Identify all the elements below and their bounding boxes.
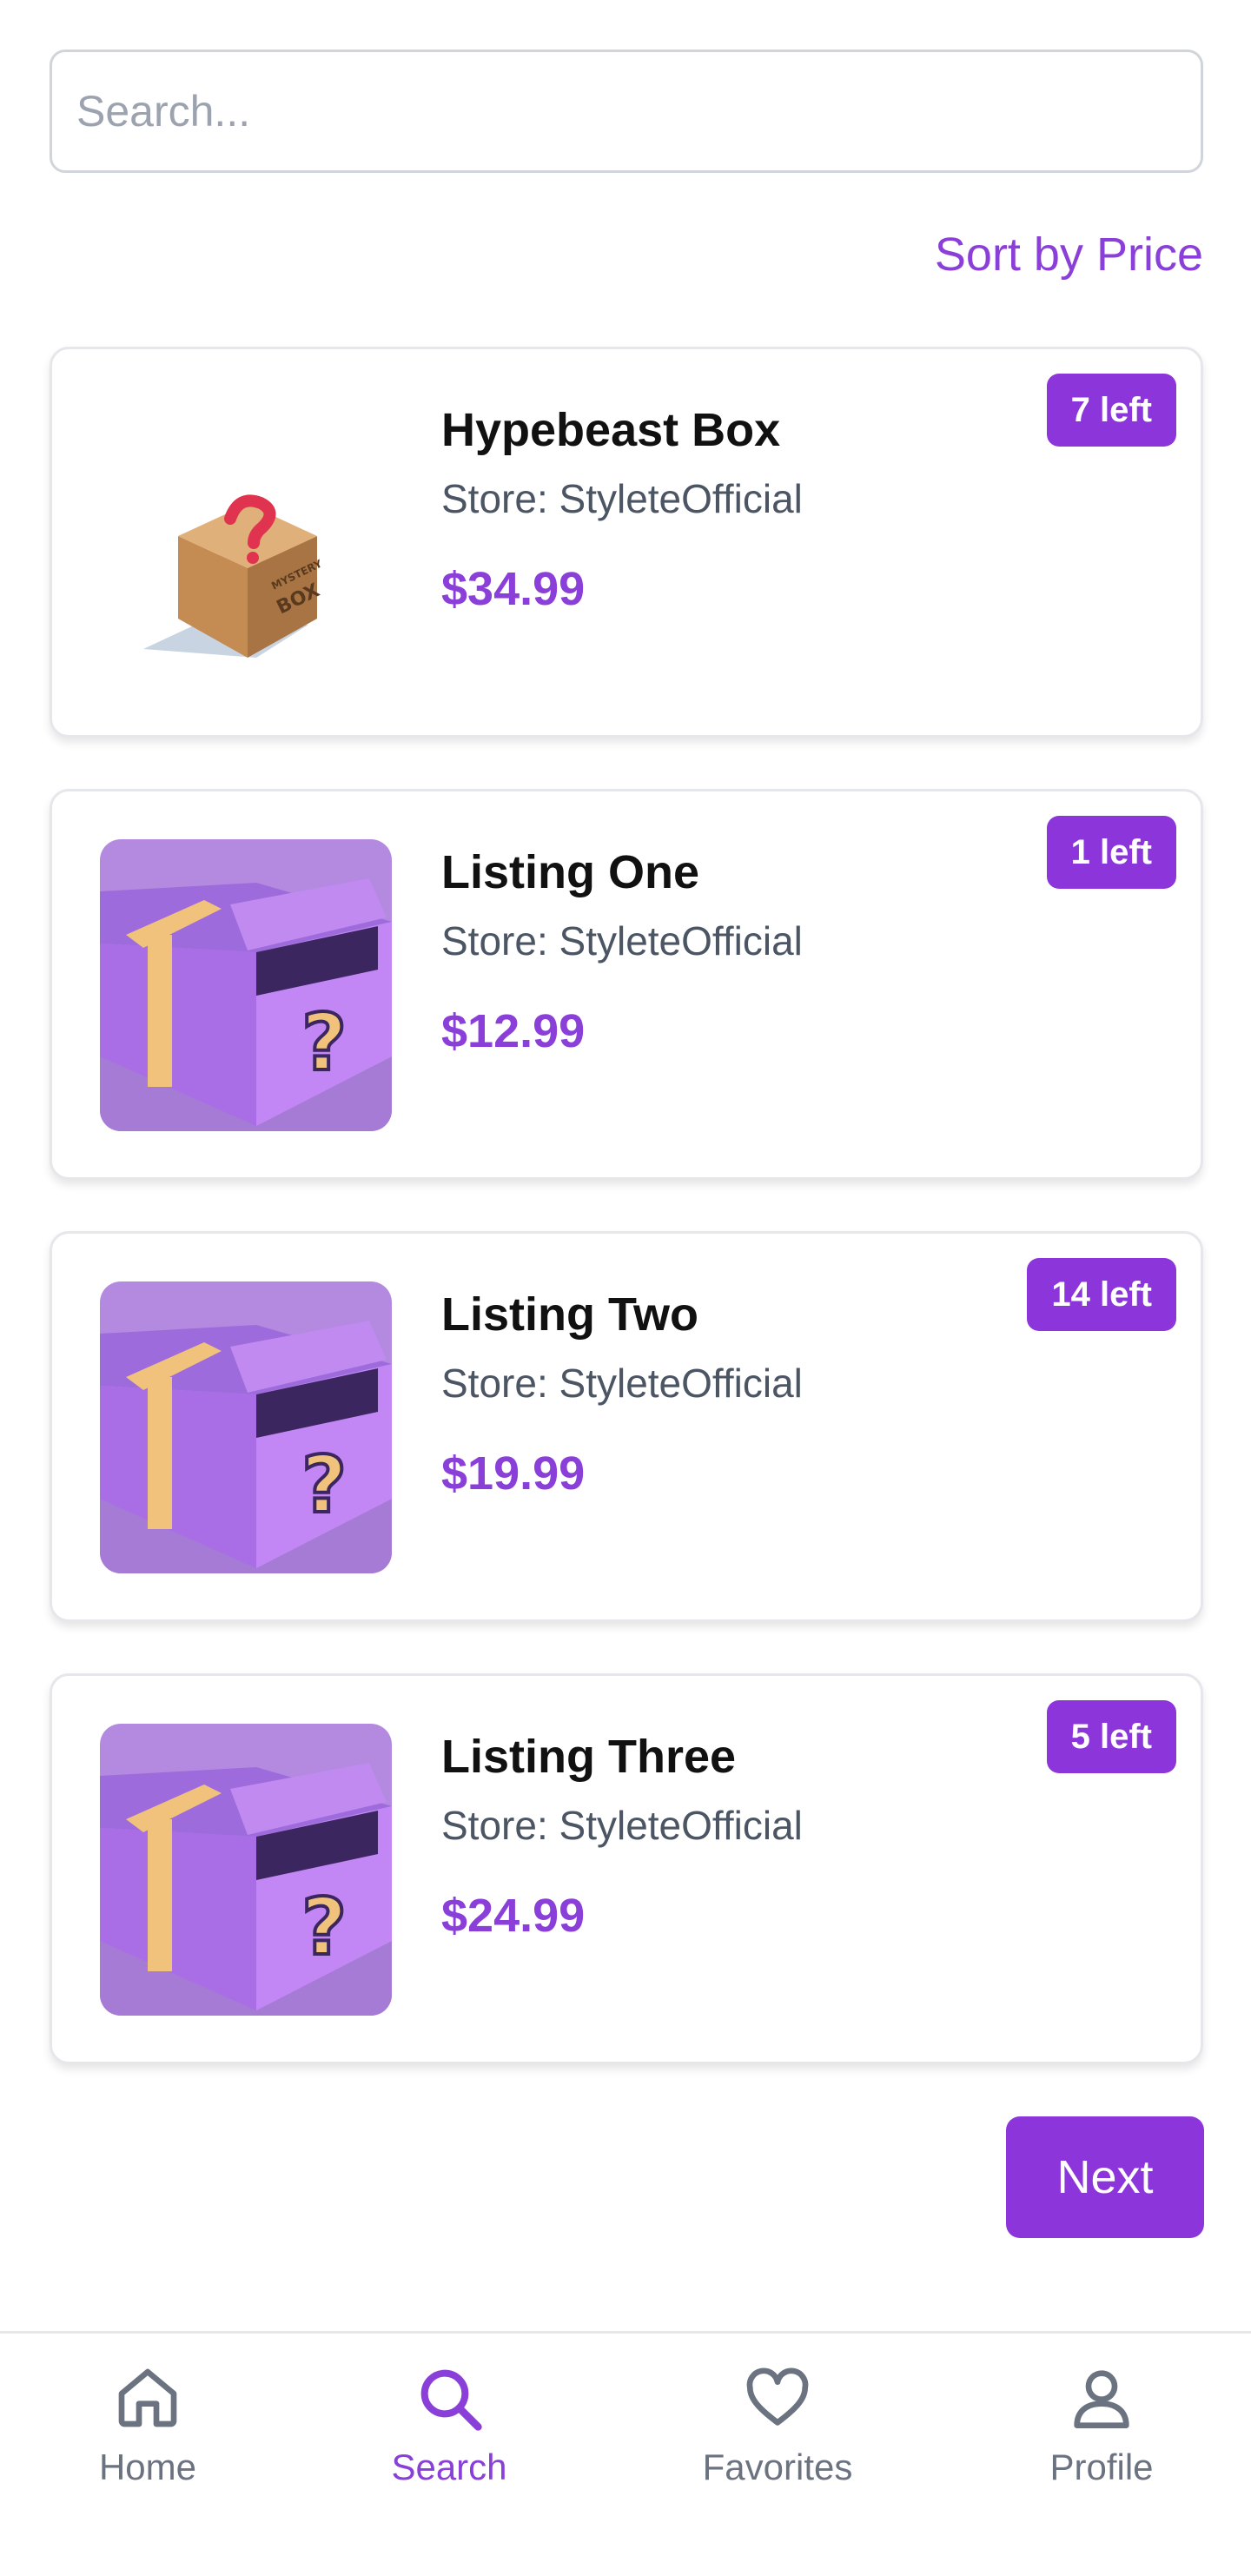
listing-image: ? bbox=[100, 1724, 392, 2016]
stock-badge: 7 left bbox=[1046, 374, 1176, 447]
stock-badge: 1 left bbox=[1046, 816, 1176, 889]
listing-store: Store: StyleteOfficial bbox=[441, 476, 803, 521]
cardboard-mystery-box-image: BOX MYSTERY bbox=[100, 397, 392, 689]
search-icon bbox=[420, 2369, 482, 2431]
listings-screen: Sort by Price BOX MYSTERY Hypebeast Box … bbox=[0, 0, 1251, 2576]
heart-icon bbox=[746, 2367, 809, 2426]
nav-label-home: Home bbox=[98, 2447, 197, 2487]
listing-card[interactable]: ? Listing Three Store: StyleteOfficial $… bbox=[50, 1673, 1203, 2064]
purple-mystery-box-image: ? bbox=[100, 1724, 392, 2016]
listing-card[interactable]: ? Listing Two Store: StyleteOfficial $19… bbox=[50, 1231, 1203, 1622]
svg-text:?: ? bbox=[301, 1440, 347, 1531]
nav-label-favorites: Favorites bbox=[702, 2447, 853, 2487]
listing-price: $12.99 bbox=[441, 1005, 586, 1057]
listing-price: $24.99 bbox=[441, 1890, 586, 1942]
listing-title: Hypebeast Box bbox=[441, 404, 781, 456]
nav-item-profile[interactable]: Profile bbox=[989, 2334, 1215, 2507]
home-icon bbox=[118, 2368, 177, 2427]
listing-store: Store: StyleteOfficial bbox=[441, 1361, 803, 1406]
stock-badge: 14 left bbox=[1027, 1258, 1176, 1331]
listing-image: ? bbox=[100, 839, 392, 1131]
next-page-button[interactable]: Next bbox=[1006, 2116, 1204, 2238]
listing-title: Listing Two bbox=[441, 1288, 698, 1341]
nav-label-search: Search bbox=[391, 2447, 507, 2487]
bottom-nav: Home Search Favorites Profile bbox=[0, 2331, 1251, 2576]
listing-store: Store: StyleteOfficial bbox=[441, 918, 803, 964]
nav-label-profile: Profile bbox=[1049, 2447, 1154, 2487]
listing-title: Listing One bbox=[441, 846, 699, 898]
nav-item-search[interactable]: Search bbox=[336, 2334, 562, 2507]
listing-price: $19.99 bbox=[441, 1447, 586, 1500]
purple-mystery-box-image: ? bbox=[100, 1281, 392, 1573]
stock-badge: 5 left bbox=[1046, 1700, 1176, 1773]
listing-title: Listing Three bbox=[441, 1731, 737, 1783]
listing-price: $34.99 bbox=[441, 563, 586, 615]
listing-image: ? bbox=[100, 1281, 392, 1573]
nav-item-favorites[interactable]: Favorites bbox=[665, 2334, 890, 2507]
user-icon bbox=[1074, 2370, 1129, 2428]
search-input[interactable] bbox=[50, 50, 1203, 173]
listing-store: Store: StyleteOfficial bbox=[441, 1803, 803, 1848]
purple-mystery-box-image: ? bbox=[100, 839, 392, 1131]
svg-text:?: ? bbox=[301, 997, 347, 1089]
nav-item-home[interactable]: Home bbox=[35, 2334, 261, 2507]
listing-card[interactable]: ? Listing One Store: StyleteOfficial $12… bbox=[50, 789, 1203, 1180]
sort-by-price-button[interactable]: Sort by Price bbox=[935, 228, 1203, 281]
listing-card[interactable]: BOX MYSTERY Hypebeast Box Store: Stylete… bbox=[50, 347, 1203, 738]
listing-image: BOX MYSTERY bbox=[100, 397, 392, 689]
svg-text:?: ? bbox=[301, 1882, 347, 1973]
